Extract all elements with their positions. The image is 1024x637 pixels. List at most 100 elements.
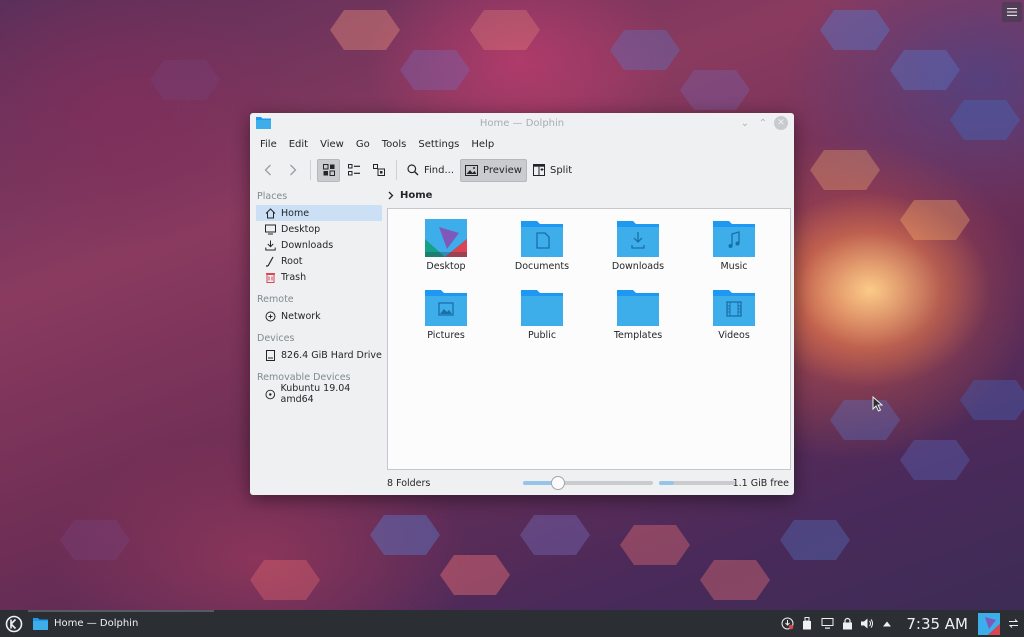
lock-icon[interactable] <box>840 617 854 631</box>
toolbar-separator <box>396 160 397 180</box>
sidebar-item-label: Trash <box>281 271 307 283</box>
places-header: Places <box>257 191 288 202</box>
devices-header: Devices <box>257 333 295 344</box>
details-view-button[interactable] <box>367 159 390 182</box>
sidebar-item-trash[interactable]: Trash <box>256 269 382 285</box>
tray-expand-arrow-icon[interactable] <box>880 617 894 631</box>
preview-button[interactable]: Preview <box>460 158 527 182</box>
zoom-slider-handle[interactable] <box>551 476 566 490</box>
free-space-fill <box>659 481 675 485</box>
sidebar-item-label: Kubuntu 19.04 amd64 <box>280 383 351 405</box>
templates-folder-icon <box>617 290 659 326</box>
sidebar-item-label: Root <box>281 255 303 267</box>
sidebar-item-network[interactable]: Network <box>256 308 382 324</box>
sidebar-item-downloads[interactable]: Downloads <box>256 237 382 253</box>
remote-header: Remote <box>257 294 294 305</box>
updates-icon[interactable] <box>780 617 794 631</box>
root-icon <box>266 256 274 267</box>
chevron-right-icon <box>289 164 296 176</box>
taskbar: Home — Dolphin 7:35 AM <box>0 610 1024 637</box>
menu-edit[interactable]: Edit <box>283 139 314 150</box>
sidebar-item-kubuntu-disc[interactable]: Kubuntu 19.04 amd64 <box>256 383 382 405</box>
home-icon <box>265 207 276 218</box>
menubar: File Edit View Go Tools Settings Help <box>250 133 794 155</box>
public-folder-icon <box>521 290 563 326</box>
zoom-slider[interactable] <box>523 476 653 490</box>
network-connection-icon[interactable] <box>820 617 834 631</box>
close-button[interactable]: ✕ <box>774 116 788 130</box>
folder-count: 8 Folders <box>387 477 431 489</box>
folder-templates[interactable]: Templates <box>590 288 686 357</box>
find-label: Find... <box>424 164 455 176</box>
folder-pictures[interactable]: Pictures <box>398 288 494 357</box>
mouse-cursor <box>872 396 883 412</box>
image-preview-icon <box>465 164 479 176</box>
digital-clock[interactable]: 7:35 AM <box>906 615 968 633</box>
pictures-folder-icon <box>425 290 467 326</box>
folder-label: Desktop <box>426 261 466 272</box>
split-button[interactable]: Split <box>529 159 576 182</box>
harddrive-icon <box>266 349 275 361</box>
folder-label: Public <box>527 330 557 341</box>
menu-settings[interactable]: Settings <box>412 139 465 150</box>
icons-view-button[interactable] <box>317 158 340 182</box>
folder-app-icon <box>33 618 48 630</box>
menu-tools[interactable]: Tools <box>376 139 413 150</box>
menu-go[interactable]: Go <box>350 139 376 150</box>
folder-music[interactable]: Music <box>686 219 782 288</box>
desktop-toolbox-button[interactable] <box>1002 2 1022 22</box>
file-view[interactable]: Desktop Documents Downloads Music Pictur… <box>387 208 791 470</box>
sidebar-item-home[interactable]: Home <box>256 205 382 221</box>
back-button[interactable] <box>256 159 279 182</box>
breadcrumb-home[interactable]: Home <box>400 190 432 201</box>
maximize-button[interactable]: ⌃ <box>756 116 770 130</box>
volume-icon[interactable] <box>860 617 874 631</box>
find-button[interactable]: Find... <box>403 159 458 182</box>
window-title: Home — Dolphin <box>479 117 565 129</box>
task-dolphin[interactable]: Home — Dolphin <box>28 610 214 637</box>
toolbar: Find... Preview Split <box>250 155 794 185</box>
folder-downloads[interactable]: Downloads <box>590 219 686 288</box>
folder-grid: Desktop Documents Downloads Music Pictur… <box>398 219 782 357</box>
documents-folder-icon <box>521 221 563 257</box>
free-space-text: 1.1 GiB free <box>732 477 789 489</box>
removable-media-icon[interactable] <box>800 617 814 631</box>
compact-view-button[interactable] <box>342 159 365 182</box>
menu-file[interactable]: File <box>254 139 283 150</box>
folder-desktop[interactable]: Desktop <box>398 219 494 288</box>
panel-settings-icon[interactable] <box>1006 617 1020 631</box>
sidebar-item-label: Desktop <box>281 223 321 235</box>
chevron-right-icon[interactable] <box>388 191 394 200</box>
task-label: Home — Dolphin <box>54 618 139 629</box>
show-desktop-icon[interactable] <box>978 612 1000 635</box>
preview-label: Preview <box>483 164 522 176</box>
download-icon <box>265 240 276 250</box>
status-bar: 8 Folders 1.1 GiB free <box>387 474 791 492</box>
sidebar-item-hard-drive[interactable]: 826.4 GiB Hard Drive <box>256 347 382 363</box>
free-space-bar <box>659 481 735 485</box>
folder-label: Downloads <box>611 261 665 272</box>
system-tray: 7:35 AM <box>780 610 1020 637</box>
sidebar-item-desktop[interactable]: Desktop <box>256 221 382 237</box>
sidebar-item-label: Network <box>281 310 321 322</box>
menu-view[interactable]: View <box>314 139 350 150</box>
sidebar-item-root[interactable]: Root <box>256 253 382 269</box>
trash-icon <box>266 272 275 283</box>
hamburger-icon <box>1007 8 1017 16</box>
forward-button[interactable] <box>281 159 304 182</box>
folder-app-icon <box>256 116 271 132</box>
folder-documents[interactable]: Documents <box>494 219 590 288</box>
videos-folder-icon <box>713 290 755 326</box>
folder-label: Videos <box>718 330 750 341</box>
split-label: Split <box>549 164 573 176</box>
icons-view-icon <box>322 164 335 176</box>
titlebar[interactable]: Home — Dolphin ⌄ ⌃ ✕ <box>250 113 794 133</box>
folder-videos[interactable]: Videos <box>686 288 782 357</box>
folder-public[interactable]: Public <box>494 288 590 357</box>
desktop-folder-icon <box>425 219 467 257</box>
breadcrumb: Home <box>388 187 432 203</box>
minimize-button[interactable]: ⌄ <box>738 116 752 130</box>
application-launcher-button[interactable] <box>0 610 28 637</box>
folder-label: Documents <box>514 261 570 272</box>
menu-help[interactable]: Help <box>465 139 500 150</box>
